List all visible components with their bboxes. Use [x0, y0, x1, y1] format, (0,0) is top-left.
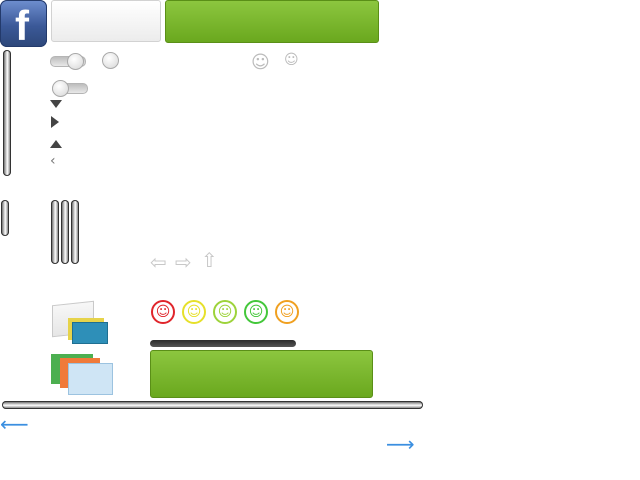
vertical-slider-3[interactable] — [71, 200, 79, 264]
rating-smileys: ☺ ☺ ☺ ☺ ☺ — [151, 300, 299, 324]
primary-button[interactable] — [165, 0, 379, 43]
primary-bottom-button[interactable] — [150, 350, 373, 398]
triangle-up-icon[interactable] — [50, 140, 62, 148]
arrow-left-icon[interactable]: ⇦ — [150, 252, 167, 272]
toggle-knob[interactable] — [67, 53, 84, 70]
mail-card-icon — [72, 322, 108, 344]
facebook-icon: f — [15, 2, 29, 49]
user-icon-small: ☺ — [284, 52, 299, 68]
vertical-slider-2[interactable] — [61, 200, 69, 264]
chevron-left-icon[interactable]: ‹ — [50, 154, 56, 168]
toggle-knob-standalone[interactable] — [102, 52, 119, 69]
arrow-up-icon[interactable]: ⇧ — [201, 250, 218, 270]
triangle-down-icon[interactable] — [50, 100, 62, 108]
smiley-lime-icon[interactable]: ☺ — [213, 300, 237, 324]
smiley-yellow-icon[interactable]: ☺ — [182, 300, 206, 324]
secondary-button[interactable] — [51, 0, 161, 42]
triangle-right-icon[interactable] — [51, 116, 59, 128]
vertical-slider-1[interactable] — [51, 200, 59, 264]
mail-stack-blue-icon — [68, 363, 113, 395]
progress-bar — [150, 340, 296, 347]
curved-arrow-left-icon[interactable]: ⟵ — [0, 414, 29, 434]
vertical-scrollbar-small[interactable] — [1, 200, 9, 236]
curved-arrow-right-icon[interactable]: ⟶ — [386, 434, 415, 454]
smiley-green-icon[interactable]: ☺ — [244, 300, 268, 324]
vertical-scrollbar[interactable] — [3, 50, 11, 176]
smiley-red-icon[interactable]: ☺ — [151, 300, 175, 324]
horizontal-scrollbar[interactable] — [2, 401, 423, 409]
smiley-orange-icon[interactable]: ☺ — [275, 300, 299, 324]
arrow-right-icon[interactable]: ⇨ — [175, 252, 192, 272]
facebook-button[interactable]: f — [0, 0, 47, 49]
user-icon: ☺ — [251, 52, 270, 73]
toggle-knob-off[interactable] — [52, 80, 69, 97]
